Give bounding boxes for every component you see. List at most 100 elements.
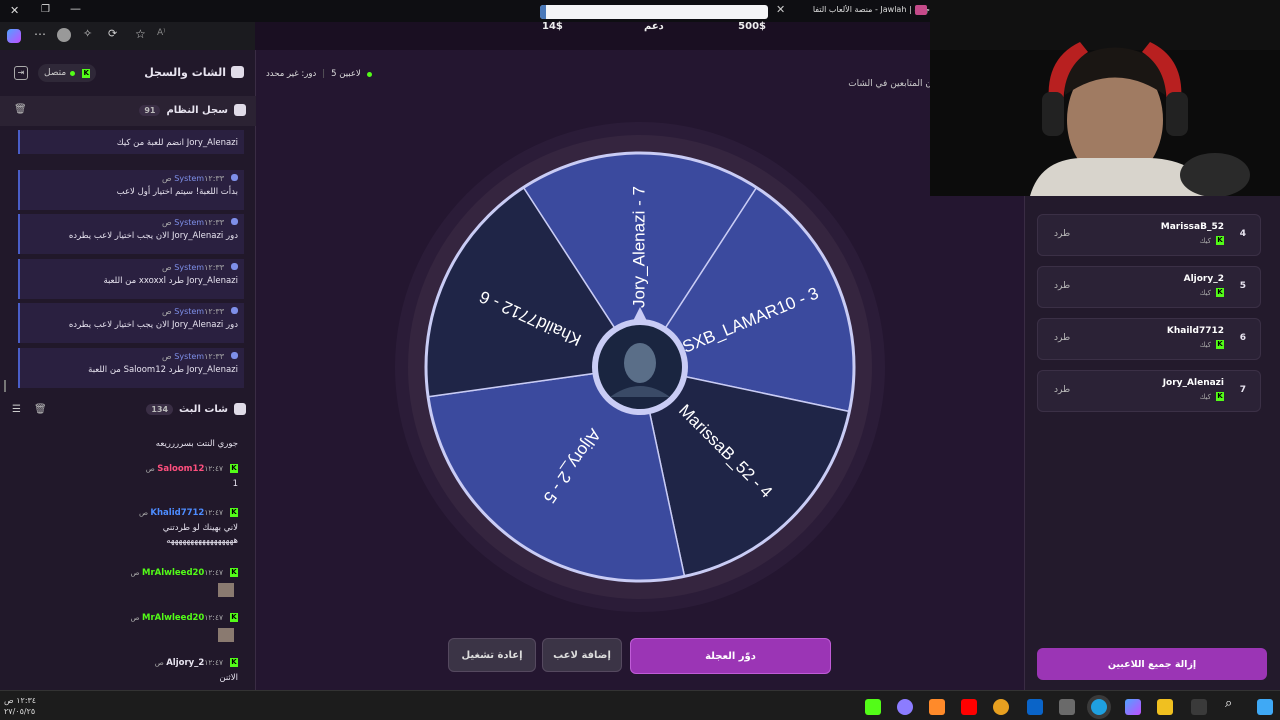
windows-start-icon[interactable] bbox=[1257, 699, 1273, 715]
more-options-icon[interactable]: ⋯ bbox=[34, 27, 46, 41]
spin-wheel-button[interactable]: دوّر العجلة bbox=[630, 638, 831, 674]
favorite-star-icon[interactable]: ☆ bbox=[135, 27, 146, 41]
player-card: 5 Aljory_2 كيك K طرد bbox=[1037, 266, 1261, 308]
message-header: System١٢:٣٣ ص bbox=[26, 352, 238, 361]
stream-chat-header[interactable]: ☰ 🗑 134 شات البث bbox=[0, 400, 256, 420]
remove-all-players-button[interactable]: إزالة جميع اللاعبين bbox=[1037, 648, 1267, 680]
discord-icon[interactable] bbox=[897, 699, 913, 715]
windows-taskbar: ١٢:٣٤ ص ٢٧/٠٥/٢٥ ⌕ bbox=[0, 690, 1280, 720]
webcam-overlay bbox=[930, 0, 1280, 196]
copilot-sidebar-icon[interactable]: ⟳ bbox=[108, 27, 117, 40]
tab-close-icon[interactable]: ✕ bbox=[776, 3, 785, 16]
donation-current: 14$ bbox=[542, 21, 563, 32]
system-log-message: System١٢:٣٣ ص دور Jory_Alenazi الان يجب ا… bbox=[18, 303, 244, 343]
message-text: Jory_Alenazi انضم للعبة من كيك bbox=[116, 138, 238, 148]
chat-username[interactable]: Aljory_2 bbox=[166, 658, 204, 668]
spin-wheel[interactable]: Jory_Alenazi - 7SXB_LAMAR10 - 3MarissaB_… bbox=[256, 50, 1024, 690]
kick-player-button[interactable]: طرد bbox=[1054, 385, 1070, 395]
donation-goal-amount: 500$ bbox=[738, 21, 766, 32]
chat-text: الاثنن bbox=[219, 673, 238, 683]
player-platform: كيك K bbox=[1200, 392, 1224, 401]
player-name: Jory_Alenazi bbox=[1162, 378, 1224, 388]
clock-date: ٢٧/٠٥/٢٥ bbox=[4, 707, 36, 716]
copilot-app-icon[interactable] bbox=[1125, 699, 1141, 715]
edge-icon[interactable] bbox=[1091, 699, 1107, 715]
system-log-message: System١٢:٣٣ ص Jory_Alenazi طرد Saloom12 م… bbox=[18, 348, 244, 388]
message-text: بدأت اللعبة! سيتم اختيار أول لاعب bbox=[116, 187, 238, 197]
kick-app-icon[interactable] bbox=[865, 699, 881, 715]
youtube-icon[interactable] bbox=[961, 699, 977, 715]
search-icon[interactable]: ⌕ bbox=[1225, 696, 1232, 711]
chat-text: لاني بهينك لو طردتني bbox=[162, 523, 238, 533]
system-log-message: Jory_Alenazi انضم للعبة من كيك bbox=[18, 130, 244, 154]
file-explorer-icon[interactable] bbox=[1157, 699, 1173, 715]
chat-message: جوري النتت بسرررريعه bbox=[0, 434, 248, 449]
collapse-sidebar-icon[interactable]: ⇥ bbox=[14, 66, 28, 80]
chrome-icon[interactable] bbox=[993, 699, 1009, 715]
kick-player-button[interactable]: طرد bbox=[1054, 333, 1070, 343]
kick-player-button[interactable]: طرد bbox=[1054, 229, 1070, 239]
game-main-area: دور: غير محدد | 5 لاعبين ن المتابعين في … bbox=[256, 50, 1024, 690]
trash-icon[interactable]: 🗑 bbox=[34, 404, 47, 415]
kick-player-button[interactable]: طرد bbox=[1054, 281, 1070, 291]
connection-status: متصل K bbox=[38, 64, 97, 82]
tab-favicon-icon bbox=[915, 5, 927, 15]
read-aloud-icon[interactable]: A⁾ bbox=[157, 28, 165, 38]
system-log-count: 91 bbox=[139, 104, 161, 116]
streamer-camera bbox=[930, 0, 1280, 196]
player-name: Khaild7712 bbox=[1166, 326, 1224, 336]
system-log-title: سجل النظام bbox=[166, 104, 228, 116]
message-author: System bbox=[174, 174, 205, 183]
bot-icon bbox=[231, 263, 238, 270]
chat-message: KSaloom12١٢:٤٧ ص1 bbox=[0, 464, 248, 489]
message-text: Jory_Alenazi طرد Saloom12 من اللعبة bbox=[88, 365, 238, 375]
scroll-indicator[interactable] bbox=[4, 380, 6, 392]
players-panel: 4 MarissaB_52 كيك K طرد 5 Aljory_2 كيك K طرد 6 Khai… bbox=[1024, 195, 1280, 690]
trash-icon[interactable]: 🗑 bbox=[14, 104, 27, 115]
task-view-icon[interactable] bbox=[1191, 699, 1207, 715]
message-author: System bbox=[174, 218, 205, 227]
online-dot bbox=[70, 70, 76, 76]
chat-username[interactable]: MrAlwleed20 bbox=[142, 613, 204, 623]
message-author: System bbox=[174, 307, 205, 316]
add-player-button[interactable]: إضافة لاعب bbox=[542, 638, 622, 672]
message-header: System١٢:٣٣ ص bbox=[26, 263, 238, 272]
outlook-icon[interactable] bbox=[1027, 699, 1043, 715]
kick-badge-icon: K bbox=[230, 613, 238, 622]
store-icon[interactable] bbox=[1059, 699, 1075, 715]
platform-label: كيك bbox=[1199, 236, 1211, 245]
chat-username[interactable]: MrAlwleed20 bbox=[142, 568, 204, 578]
system-log-message: System١٢:٣٣ ص Jory_Alenazi طرد xxoxxl من … bbox=[18, 259, 244, 299]
restart-button[interactable]: إعادة تشغيل bbox=[448, 638, 536, 672]
chat-text: جوري النتت بسرررريعه bbox=[155, 439, 238, 449]
message-text: دور Jory_Alenazi الان يجب اختيار لاعب يط… bbox=[68, 231, 238, 241]
system-log-header[interactable]: 🗑 91 سجل النظام bbox=[0, 96, 256, 126]
bot-icon bbox=[231, 307, 238, 314]
player-number: 7 bbox=[1239, 385, 1246, 395]
filter-icon[interactable]: ☰ bbox=[12, 404, 21, 415]
chat-message: KMrAlwleed20١٢:٤٧ ص bbox=[0, 613, 248, 645]
tab-title[interactable]: جولة | Jawlah - منصة الألعاب التفا bbox=[790, 5, 930, 19]
profile-icon[interactable] bbox=[57, 28, 71, 42]
restore-window-icon[interactable]: ❐ bbox=[41, 4, 50, 15]
sidebar-header: ⇥ متصل K الشات والسجل bbox=[0, 60, 256, 86]
chat-icon bbox=[234, 403, 246, 415]
chat-message: KMrAlwleed20١٢:٤٧ ص bbox=[0, 568, 248, 600]
vlc-icon[interactable] bbox=[929, 699, 945, 715]
clock[interactable]: ١٢:٣٤ ص ٢٧/٠٥/٢٥ bbox=[4, 695, 36, 717]
close-window-icon[interactable]: ✕ bbox=[10, 4, 19, 17]
kick-badge-icon: K bbox=[230, 568, 238, 577]
chat-username[interactable]: Saloom12 bbox=[157, 464, 204, 474]
minimize-window-icon[interactable]: — bbox=[70, 2, 81, 15]
extensions-icon[interactable]: ✧ bbox=[83, 27, 92, 40]
donation-progress-bar bbox=[540, 5, 768, 19]
player-number: 6 bbox=[1239, 333, 1246, 343]
wheel-segment-label: Jory_Alenazi - 7 bbox=[629, 186, 648, 308]
donation-progress-fill bbox=[540, 5, 547, 19]
copilot-icon[interactable] bbox=[7, 29, 21, 43]
player-platform: كيك K bbox=[1200, 288, 1224, 297]
message-header: System١٢:٣٣ ص bbox=[26, 307, 238, 316]
chat-bubble-icon bbox=[231, 66, 244, 78]
chat-username[interactable]: Khalid7712 bbox=[150, 508, 204, 518]
player-card: 7 Jory_Alenazi كيك K طرد bbox=[1037, 370, 1261, 412]
